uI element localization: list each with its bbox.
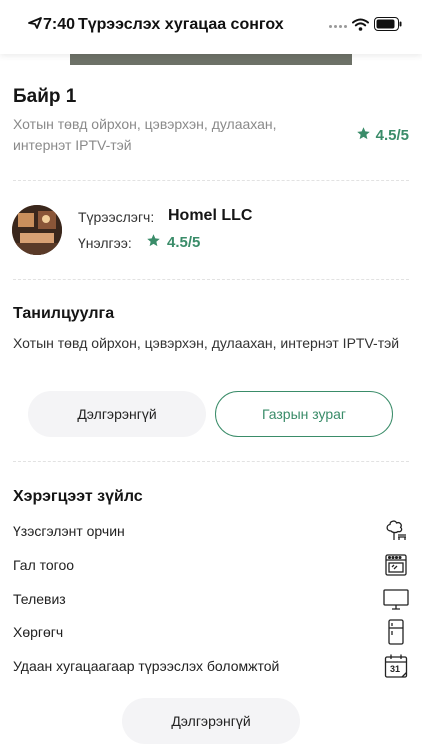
amenity-item: Хөргөгч [13,617,409,647]
amenity-label: Гал тогоо [13,557,75,573]
amenity-label: Хөргөгч [13,624,64,640]
amenity-label: Үзэсгэлэнт орчин [13,523,125,539]
amenity-item: Телевиз [13,584,409,614]
status-time: 7:40 [28,16,75,34]
intro-text: Хотын төвд ойрхон, цэвэрхэн, дулаахан, и… [13,335,400,351]
amenities-heading: Хэрэгцээт зүйлс [13,488,143,505]
amenity-item: Удаан хугацаагаар түрээслэх боломжтой 31 [13,651,409,681]
location-arrow-icon [28,16,42,34]
fridge-icon [383,619,409,645]
listing-photo[interactable] [70,54,352,65]
landlord-rating: 4.5/5 [146,233,200,252]
amenity-label: Удаан хугацаагаар түрээслэх боломжтой [13,658,280,674]
amenity-label: Телевиз [13,591,66,607]
divider [13,279,409,280]
tree-bench-icon [383,518,409,544]
landlord-rating-value: 4.5/5 [167,234,201,251]
landlord-rating-label: Үнэлгээ: [78,235,132,251]
oven-icon [383,552,409,578]
tv-icon [383,586,409,612]
listing-title: Байр 1 [13,86,77,107]
star-icon [146,233,161,252]
signal-icon [329,25,347,28]
amenities-details-button[interactable]: Дэлгэрэнгүй [122,698,300,744]
battery-icon [374,17,402,36]
amenity-item: Гал тогоо [13,550,409,580]
map-button[interactable]: Газрын зураг [215,391,393,437]
landlord-label: Түрээслэгч: [78,209,155,225]
status-time-text: 7:40 [43,16,76,33]
listing-description: Хотын төвд ойрхон, цэвэрхэн, дулаахан, и… [13,116,277,153]
page-title: Түрээслэх хугацаа сонгох [78,16,284,33]
star-icon [356,126,371,145]
listing-rating: 4.5/5 [356,126,409,145]
status-icons [329,17,402,36]
top-bar: 7:40 Түрээслэх хугацаа сонгох [0,0,422,54]
amenity-item: Үзэсгэлэнт орчин [13,516,409,546]
landlord-name[interactable]: Homel LLC [168,207,252,225]
calendar-icon: 31 [383,653,409,679]
wifi-icon [352,18,369,36]
divider [13,461,409,462]
calendar-day: 31 [390,664,401,674]
divider [13,180,409,181]
details-button[interactable]: Дэлгэрэнгүй [28,391,206,437]
landlord-avatar[interactable] [12,205,62,255]
intro-heading: Танилцуулга [13,305,115,322]
listing-rating-value: 4.5/5 [375,127,409,144]
